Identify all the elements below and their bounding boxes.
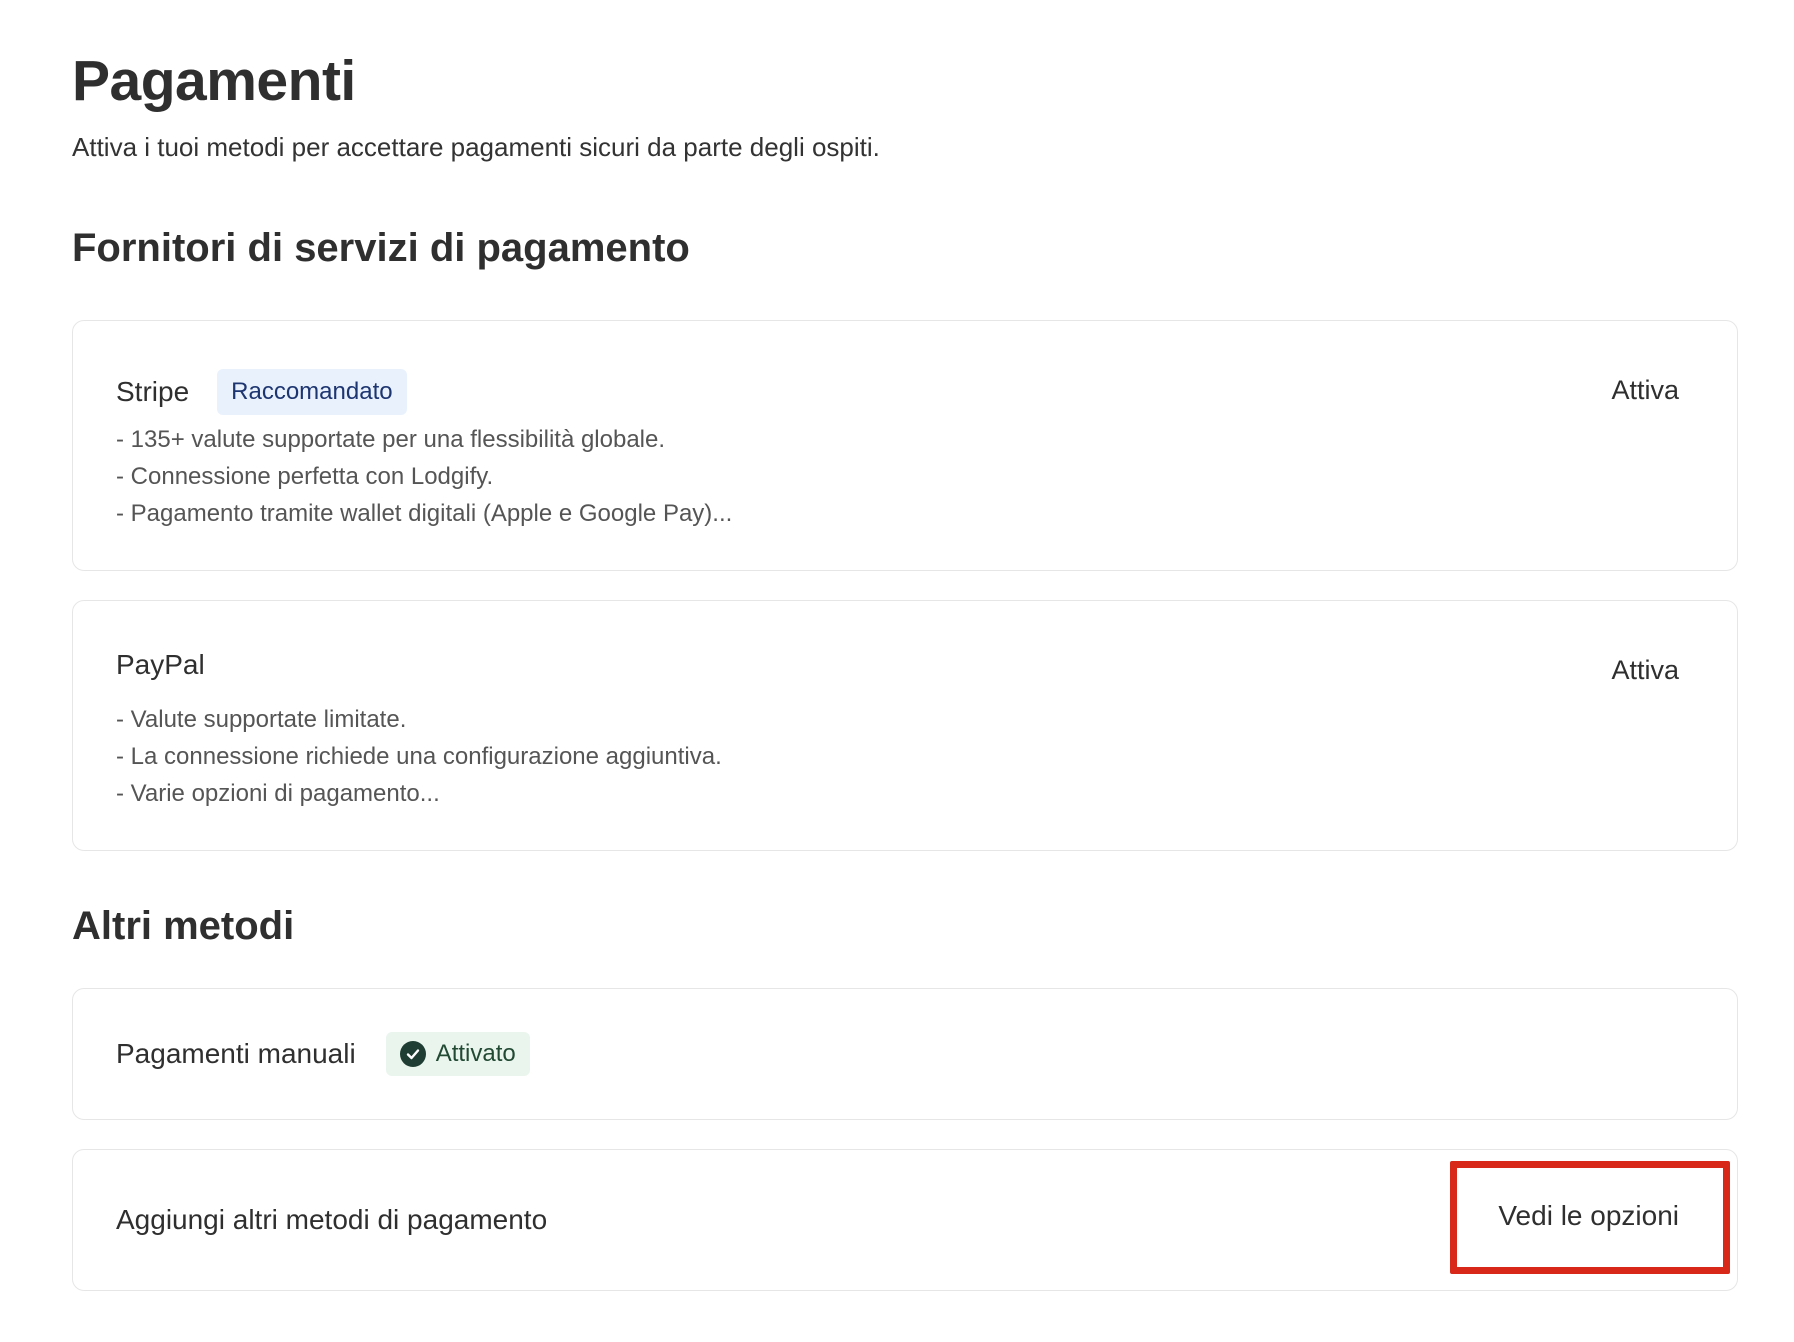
section-title-psp: Fornitori di servizi di pagamento: [72, 226, 690, 270]
provider-name: PayPal: [116, 649, 205, 680]
provider-name: Stripe: [116, 376, 190, 407]
feature-item: - Connessione perfetta con Lodgify.: [116, 463, 494, 490]
activate-stripe-button[interactable]: Attiva: [1611, 375, 1679, 406]
recommended-badge: Raccomandato: [217, 369, 407, 415]
section-title-other: Altri metodi: [72, 904, 295, 948]
manual-payments-card[interactable]: Pagamenti manuali Attivato: [72, 988, 1738, 1120]
status-badge: Attivato: [385, 1032, 530, 1076]
check-circle-icon: [399, 1041, 426, 1067]
payments-page: Pagamenti Attiva i tuoi metodi per accet…: [0, 0, 1794, 1342]
manual-payments-label: Pagamenti manuali: [116, 1038, 356, 1069]
feature-list: - Valute supportate limitate. - La conne…: [116, 701, 722, 812]
provider-header: Stripe Raccomandato: [116, 369, 407, 415]
highlight-annotation: [1450, 1161, 1730, 1274]
provider-card-paypal: PayPal - Valute supportate limitate. - L…: [72, 600, 1738, 851]
status-badge-label: Attivato: [435, 1040, 516, 1067]
page-title: Pagamenti: [72, 49, 356, 113]
feature-item: - Varie opzioni di pagamento...: [116, 780, 440, 807]
activate-paypal-button[interactable]: Attiva: [1611, 655, 1679, 686]
manual-payments-row: Pagamenti manuali Attivato: [116, 1032, 530, 1076]
feature-item: - Valute supportate limitate.: [116, 706, 407, 733]
provider-header: PayPal: [116, 649, 205, 681]
page-subtitle: Attiva i tuoi metodi per accettare pagam…: [72, 132, 880, 162]
feature-item: - 135+ valute supportate per una flessib…: [116, 426, 666, 453]
feature-item: - La connessione richiede una configuraz…: [116, 743, 722, 770]
add-methods-label: Aggiungi altri metodi di pagamento: [116, 1204, 548, 1235]
feature-item: - Pagamento tramite wallet digitali (App…: [116, 500, 733, 527]
provider-card-stripe: Stripe Raccomandato - 135+ valute suppor…: [72, 320, 1738, 571]
feature-list: - 135+ valute supportate per una flessib…: [116, 421, 732, 532]
